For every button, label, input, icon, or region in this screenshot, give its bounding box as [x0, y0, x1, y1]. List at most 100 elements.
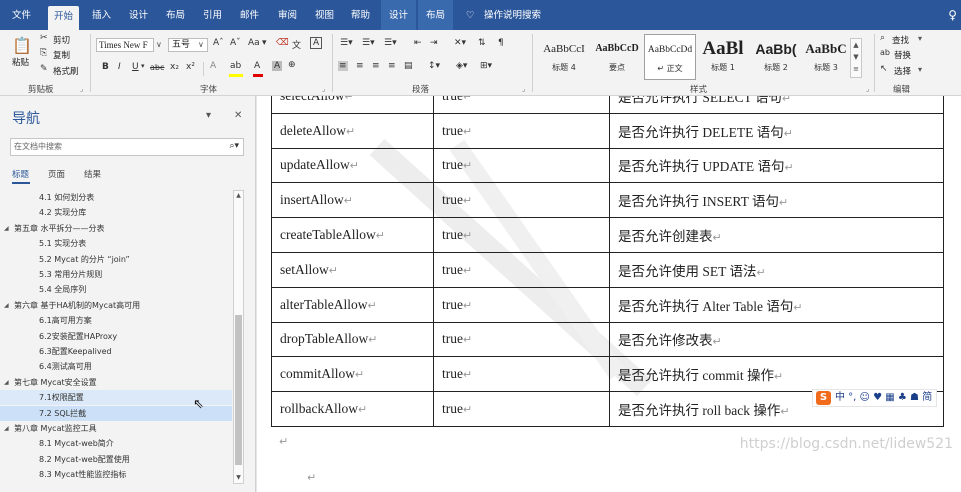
superscript-button[interactable]: x²	[186, 62, 195, 72]
styles-gallery-scroll[interactable]: ▲ ▼ ≡	[850, 38, 862, 78]
shading-icon[interactable]: ◈▾	[456, 61, 467, 71]
italic-button[interactable]: I	[118, 62, 121, 72]
copy-icon[interactable]: ⎘	[40, 48, 47, 58]
style-heading2[interactable]: AaBb( 标题 2	[750, 34, 802, 80]
description-cell[interactable]: 是否允许执行 SELECT 语句↵	[609, 96, 944, 114]
style-heading4[interactable]: AaBbCcI 标题 4	[538, 34, 590, 80]
nav-tab-results[interactable]: 结果	[84, 168, 101, 180]
close-icon[interactable]: ✕	[234, 110, 242, 121]
param-name-cell[interactable]: setAllow↵	[271, 251, 434, 288]
font-size-dropdown-icon[interactable]: ∨	[198, 40, 204, 49]
select-icon[interactable]: ↖	[880, 64, 888, 74]
align-right-icon[interactable]: ≡	[372, 61, 380, 71]
bullets-icon[interactable]: ☰▾	[340, 38, 353, 48]
nav-section-item[interactable]: 5.1 实现分表	[0, 236, 232, 251]
show-marks-icon[interactable]: ¶	[498, 38, 504, 48]
sort-icon[interactable]: ⇅	[478, 38, 486, 48]
align-left-icon[interactable]: ≡	[338, 61, 348, 71]
param-name-cell[interactable]: insertAllow↵	[271, 182, 434, 219]
description-cell[interactable]: 是否允许执行 Alter Table 语句↵	[609, 286, 944, 323]
find-icon[interactable]: ⌕	[880, 33, 885, 43]
default-value-cell[interactable]: true↵	[433, 217, 610, 253]
tab-layout[interactable]: 布局	[166, 0, 185, 30]
text-effects-button[interactable]: A	[210, 61, 216, 71]
default-value-cell[interactable]: true↵	[433, 286, 610, 323]
tab-review[interactable]: 审阅	[278, 0, 297, 30]
nav-tab-pages[interactable]: 页面	[48, 168, 65, 180]
highlight-color-button[interactable]: ab	[230, 61, 241, 71]
nav-section-item[interactable]: 8.1 Mycat-web简介	[0, 436, 232, 451]
permissions-table[interactable]: selectAllow↵true↵是否允许执行 SELECT 语句↵delete…	[271, 96, 944, 427]
document-page[interactable]: selectAllow↵true↵是否允许执行 SELECT 语句↵delete…	[257, 96, 961, 492]
nav-chapter-item[interactable]: ◢ 第五章 水平拆分——分表	[0, 221, 232, 236]
collapse-triangle-icon[interactable]: ◢	[4, 298, 9, 313]
style-normal[interactable]: AaBbCcDd ↵ 正文	[644, 34, 696, 80]
tab-help[interactable]: 帮助	[351, 0, 370, 30]
tab-file[interactable]: 文件	[12, 0, 31, 30]
default-value-cell[interactable]: true↵	[433, 112, 610, 149]
scroll-down-icon[interactable]: ▼	[234, 473, 243, 483]
param-name-cell[interactable]: rollbackAllow↵	[271, 391, 434, 427]
tab-table-design[interactable]: 设计	[381, 0, 417, 30]
nav-section-item[interactable]: 6.1高可用方案	[0, 313, 232, 328]
collapse-triangle-icon[interactable]: ◢	[4, 375, 9, 390]
style-heading3[interactable]: AaBbC 标题 3	[800, 34, 852, 80]
param-name-cell[interactable]: commitAllow↵	[271, 356, 434, 393]
nav-section-item[interactable]: 6.4测试高可用	[0, 359, 232, 374]
select-dropdown-icon[interactable]: ▾	[918, 65, 922, 74]
line-spacing-icon[interactable]: ↕▾	[428, 61, 440, 71]
nav-chapter-item[interactable]: ◢ 第七章 Mycat安全设置	[0, 375, 232, 390]
param-name-cell[interactable]: alterTableAllow↵	[271, 286, 434, 323]
chevron-down-icon[interactable]: ▼	[853, 53, 858, 61]
replace-icon[interactable]: ab	[880, 48, 890, 57]
change-case-button[interactable]: Aa	[248, 38, 260, 48]
replace-button[interactable]: 替换	[894, 49, 911, 61]
tab-references[interactable]: 引用	[203, 0, 222, 30]
copy-button[interactable]: 复制	[53, 49, 70, 61]
tellme-lightbulb-icon[interactable]: ♡	[466, 0, 475, 30]
enclose-char-icon[interactable]: ⊕	[288, 60, 296, 70]
nav-section-item[interactable]: 5.3 常用分片规则	[0, 267, 232, 282]
select-button[interactable]: 选择	[894, 65, 911, 77]
tab-mailings[interactable]: 邮件	[240, 0, 259, 30]
font-name-box[interactable]: Times New F	[96, 38, 154, 52]
nav-tab-headings[interactable]: 标题	[12, 168, 29, 180]
nav-section-item[interactable]: 6.2安装配置HAProxy	[0, 329, 232, 344]
description-cell[interactable]: 是否允许创建表↵	[609, 217, 944, 253]
underline-button[interactable]: U	[132, 62, 139, 72]
more-icon[interactable]: ≡	[853, 65, 859, 73]
align-center-icon[interactable]: ≡	[356, 61, 364, 71]
tab-table-layout[interactable]: 布局	[418, 0, 454, 30]
cut-icon[interactable]: ✂	[40, 33, 48, 43]
default-value-cell[interactable]: true↵	[433, 147, 610, 184]
font-color-button[interactable]: A	[254, 61, 260, 71]
styles-launcher-icon[interactable]: ⌟	[866, 85, 869, 93]
underline-dropdown-icon[interactable]: ▾	[141, 62, 145, 70]
decrease-indent-icon[interactable]: ⇤	[414, 38, 422, 48]
distributed-icon[interactable]: ▤	[404, 61, 413, 71]
param-name-cell[interactable]: selectAllow↵	[271, 96, 434, 114]
chevron-down-icon[interactable]: ▾	[206, 110, 211, 121]
search-icon[interactable]: ⌕▾	[229, 141, 239, 151]
subscript-button[interactable]: x₂	[170, 62, 179, 72]
nav-chapter-item[interactable]: ◢ 第六章 基于HA机制的Mycat高可用	[0, 298, 232, 313]
description-cell[interactable]: 是否允许修改表↵	[609, 321, 944, 358]
collapse-triangle-icon[interactable]: ◢	[4, 421, 9, 436]
tab-insert[interactable]: 插入	[92, 0, 111, 30]
scroll-thumb[interactable]	[235, 315, 242, 465]
justify-icon[interactable]: ≡	[388, 61, 396, 71]
clipboard-launcher-icon[interactable]: ⌟	[80, 85, 83, 93]
nav-chapter-item[interactable]: ◢ 第八章 Mycat监控工具	[0, 421, 232, 436]
description-cell[interactable]: 是否允许执行 UPDATE 语句↵	[609, 147, 944, 184]
strikethrough-button[interactable]: abc	[150, 63, 164, 72]
multilevel-list-icon[interactable]: ☰▾	[384, 38, 397, 48]
description-cell[interactable]: 是否允许执行 INSERT 语句↵	[609, 182, 944, 219]
find-button[interactable]: 查找	[892, 34, 909, 46]
scroll-up-icon[interactable]: ▲	[234, 191, 243, 201]
param-name-cell[interactable]: updateAllow↵	[271, 147, 434, 184]
ime-status[interactable]: 中 °, ☺ ♥ ▦ ♣ ☗ 简	[835, 392, 932, 403]
clear-formatting-icon[interactable]: ⌫	[276, 38, 289, 48]
find-dropdown-icon[interactable]: ▾	[918, 34, 922, 43]
collapse-triangle-icon[interactable]: ◢	[4, 221, 9, 236]
nav-search-input[interactable]: 在文档中搜索 ⌕▾	[10, 138, 244, 156]
